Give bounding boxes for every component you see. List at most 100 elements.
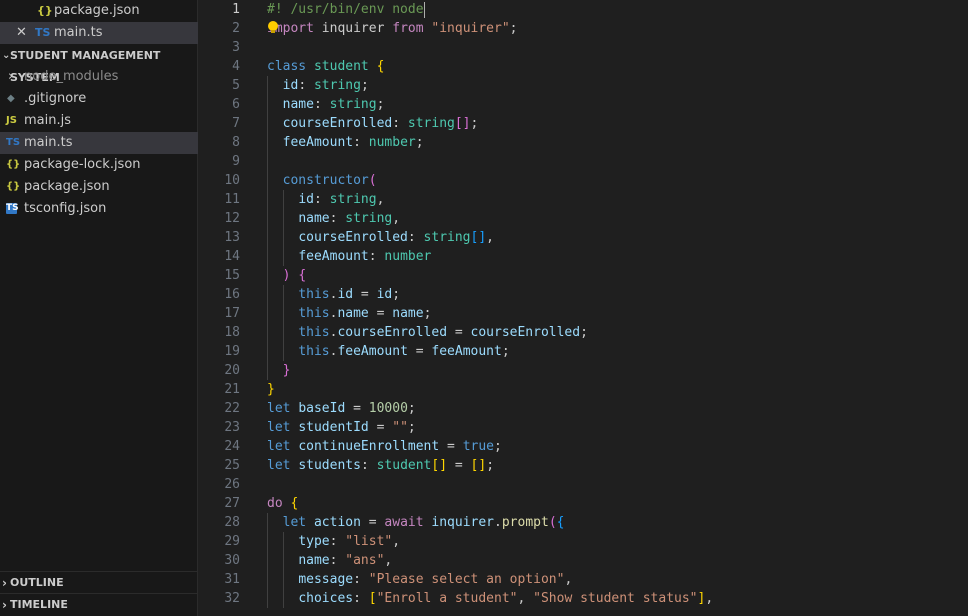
- code-line[interactable]: 26: [198, 475, 968, 494]
- line-number: 27: [224, 496, 240, 511]
- code-text: class student {: [267, 59, 385, 74]
- code-line[interactable]: 18 this.courseEnrolled = courseEnrolled;: [198, 323, 968, 342]
- git-icon: ◆: [7, 93, 15, 104]
- chevron-right-icon: ›: [2, 598, 7, 612]
- tree-item-tsconfig-json[interactable]: TS tsconfig.json: [0, 198, 198, 220]
- line-number: 28: [224, 515, 240, 530]
- code-line[interactable]: 9: [198, 152, 968, 171]
- tree-item-label: main.js: [24, 113, 71, 128]
- code-line[interactable]: 20 }: [198, 361, 968, 380]
- code-line[interactable]: 16 this.id = id;: [198, 285, 968, 304]
- tree-item-label: tsconfig.json: [24, 201, 107, 216]
- line-number: 17: [224, 306, 240, 321]
- outline-panel-title: OUTLINE: [10, 576, 64, 589]
- code-text: feeAmount: number;: [282, 135, 424, 150]
- code-line[interactable]: 19 this.feeAmount = feeAmount;: [198, 342, 968, 361]
- code-text: feeAmount: number: [298, 249, 432, 264]
- line-number: 24: [224, 439, 240, 454]
- explorer-sidebar: {} package.json ✕ TS main.ts ⌄ STUDENT M…: [0, 0, 198, 616]
- code-text: do {: [267, 496, 299, 511]
- line-number: 1: [232, 2, 240, 17]
- code-text: ) {: [282, 268, 307, 283]
- code-line[interactable]: 6 name: string;: [198, 95, 968, 114]
- code-line[interactable]: 11 id: string,: [198, 190, 968, 209]
- line-number: 26: [224, 477, 240, 492]
- code-line[interactable]: 2 import inquirer from "inquirer";: [198, 19, 968, 38]
- code-line[interactable]: 15 ) {: [198, 266, 968, 285]
- code-text: courseEnrolled: string[];: [282, 116, 479, 131]
- line-number: 8: [232, 135, 240, 150]
- line-number: 18: [224, 325, 240, 340]
- line-number: 5: [232, 78, 240, 93]
- code-line[interactable]: 30 name: "ans",: [198, 551, 968, 570]
- code-text: id: string,: [298, 192, 385, 207]
- code-line[interactable]: 12 name: string,: [198, 209, 968, 228]
- explorer-section-header[interactable]: ⌄ STUDENT MANAGEMENT SYSTEM: [0, 45, 198, 84]
- code-line[interactable]: 7 courseEnrolled: string[];: [198, 114, 968, 133]
- tree-item-main-js[interactable]: JS main.js: [0, 110, 198, 132]
- code-text: choices: ["Enroll a student", "Show stud…: [298, 591, 714, 606]
- code-line[interactable]: 14 feeAmount: number: [198, 247, 968, 266]
- tree-item-package-lock-json[interactable]: {} package-lock.json: [0, 154, 198, 176]
- tree-item-label: package-lock.json: [24, 157, 141, 172]
- line-number: 9: [232, 154, 240, 169]
- ts-file-icon: TS: [6, 137, 21, 148]
- code-line[interactable]: 24 let continueEnrollment = true;: [198, 437, 968, 456]
- code-text: constructor(: [282, 173, 377, 188]
- code-text: name: string;: [282, 97, 385, 112]
- code-line[interactable]: 22 let baseId = 10000;: [198, 399, 968, 418]
- line-number: 16: [224, 287, 240, 302]
- timeline-panel-header[interactable]: › TIMELINE: [0, 593, 198, 615]
- tree-item-gitignore[interactable]: ◆ .gitignore: [0, 88, 198, 110]
- tree-item-node-modules[interactable]: › node_modules: [0, 66, 198, 88]
- code-line[interactable]: 3: [198, 38, 968, 57]
- line-number: 4: [232, 59, 240, 74]
- line-number: 21: [224, 382, 240, 397]
- line-number: 22: [224, 401, 240, 416]
- line-number: 10: [224, 173, 240, 188]
- code-editor[interactable]: 1 #! /usr/bin/env node 2 import inquirer fr…: [198, 0, 968, 616]
- line-number: 15: [224, 268, 240, 283]
- code-line[interactable]: 31 message: "Please select an option",: [198, 570, 968, 589]
- line-number: 3: [232, 40, 240, 55]
- code-line[interactable]: 28 let action = await inquirer.prompt({: [198, 513, 968, 532]
- code-line[interactable]: 4 class student {: [198, 57, 968, 76]
- json-file-icon: {}: [37, 4, 53, 17]
- code-text: type: "list",: [298, 534, 401, 549]
- code-line[interactable]: 23 let studentId = "";: [198, 418, 968, 437]
- outline-panel-header[interactable]: › OUTLINE: [0, 571, 198, 593]
- code-line[interactable]: 29 type: "list",: [198, 532, 968, 551]
- open-editor-main-ts[interactable]: ✕ TS main.ts: [0, 22, 198, 44]
- timeline-panel-title: TIMELINE: [10, 598, 68, 611]
- code-line[interactable]: 17 this.name = name;: [198, 304, 968, 323]
- close-icon[interactable]: ✕: [16, 22, 28, 44]
- line-number: 11: [224, 192, 240, 207]
- code-line[interactable]: 8 feeAmount: number;: [198, 133, 968, 152]
- tsconfig-file-icon: TS: [6, 203, 19, 214]
- code-line[interactable]: 5 id: string;: [198, 76, 968, 95]
- code-text: name: "ans",: [298, 553, 393, 568]
- code-line[interactable]: 27 do {: [198, 494, 968, 513]
- code-line[interactable]: 25 let students: student[] = [];: [198, 456, 968, 475]
- tree-item-label: main.ts: [24, 135, 73, 150]
- line-number: 30: [224, 553, 240, 568]
- tree-item-main-ts[interactable]: TS main.ts: [0, 132, 198, 154]
- json-file-icon: {}: [6, 159, 21, 170]
- tree-item-package-json[interactable]: {} package.json: [0, 176, 198, 198]
- code-text: let action = await inquirer.prompt({: [282, 515, 565, 530]
- code-text: let students: student[] = [];: [267, 458, 495, 473]
- code-line[interactable]: 13 courseEnrolled: string[],: [198, 228, 968, 247]
- code-text: this.feeAmount = feeAmount;: [298, 344, 510, 359]
- line-number: 6: [232, 97, 240, 112]
- code-line[interactable]: 10 constructor(: [198, 171, 968, 190]
- line-number: 32: [224, 591, 240, 606]
- open-editor-package-json[interactable]: {} package.json: [0, 0, 198, 22]
- ts-file-icon: TS: [35, 26, 51, 39]
- line-number: 29: [224, 534, 240, 549]
- line-number: 25: [224, 458, 240, 473]
- text-cursor: [423, 1, 425, 18]
- code-line[interactable]: 32 choices: ["Enroll a student", "Show s…: [198, 589, 968, 608]
- code-line[interactable]: 1 #! /usr/bin/env node: [198, 0, 968, 19]
- code-line[interactable]: 21}: [198, 380, 968, 399]
- chevron-right-icon: ›: [2, 576, 7, 590]
